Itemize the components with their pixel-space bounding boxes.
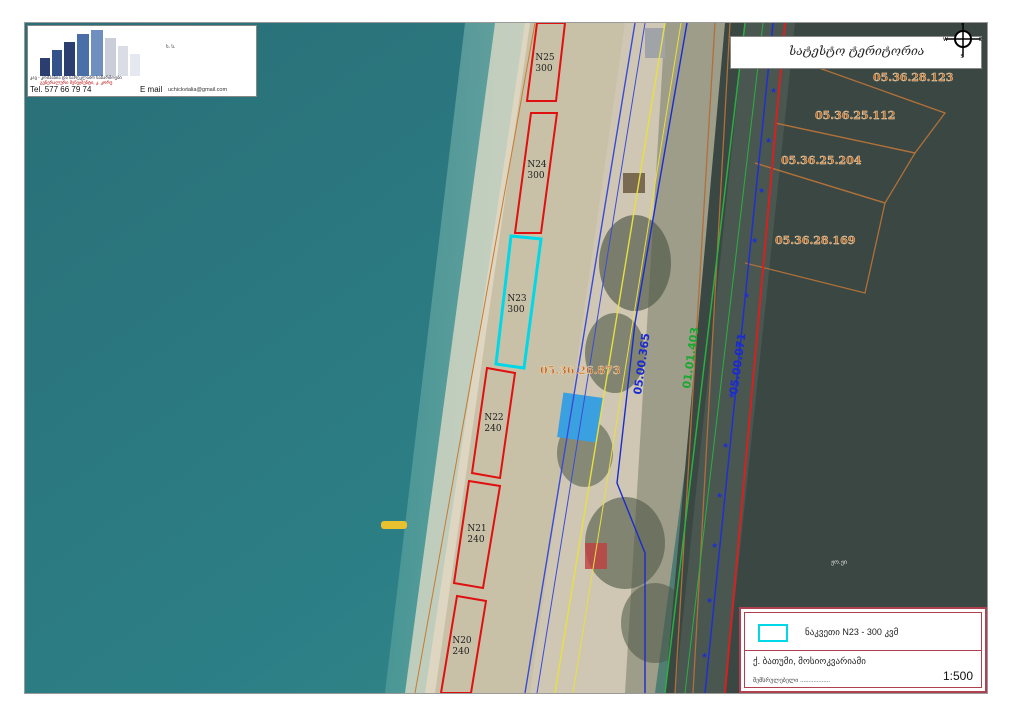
map-scale: 1:500 (942, 669, 973, 683)
plot-n25-area: 300 (535, 64, 552, 74)
plot-n24-number: N24 (527, 160, 547, 170)
legend-box: ნაკვეთი N23 - 300 კვმ ქ. ბათუმი, მოსიოკვ… (739, 607, 987, 693)
tree-shadow (599, 215, 671, 311)
email-value: uchickvtalia@gmail.com (168, 87, 228, 93)
svg-text:★: ★ (722, 441, 729, 450)
cadastral-code: 05.36.26.873 (540, 364, 620, 377)
tel-value: 577 66 79 74 (44, 85, 92, 94)
legend-location: ქ. ბათუმი, მოსიოკვარიამი (753, 656, 866, 666)
compass-w: W (943, 37, 948, 43)
misc-map-label: ჟო.ჟი (831, 559, 847, 566)
plot-n21-area: 240 (467, 535, 484, 545)
plot-n20-area: 240 (452, 647, 469, 657)
phone-number: Tel. 577 66 79 74 (30, 85, 91, 94)
compass-e: E (979, 37, 982, 43)
aerial-map[interactable]: ★ ★ ★ ★ ★ ★ ★ ★ ★ ★ ★ ★ N25 300 N24 300 … (25, 23, 987, 693)
legend-swatch (758, 624, 788, 642)
plot-n22-area: 240 (484, 424, 501, 434)
cadastral-code: 05.36.28.169 (775, 234, 855, 247)
legend-divider (745, 650, 981, 651)
svg-text:★: ★ (770, 86, 777, 95)
logo-small-code: ს. ს. (166, 44, 176, 50)
svg-text:★: ★ (743, 291, 750, 300)
svg-text:★: ★ (765, 136, 772, 145)
svg-text:★: ★ (751, 236, 758, 245)
blue-tent (557, 392, 604, 443)
svg-text:★: ★ (711, 541, 718, 550)
plot-n25-number: N25 (535, 53, 555, 63)
svg-text:★: ★ (706, 596, 713, 605)
map-title: სატესტო ტერიტორია (789, 44, 925, 58)
cadastral-code: 05.36.25.112 (815, 109, 895, 122)
compass-s: S (961, 54, 964, 59)
legend-note: შემსრულებელი .................. (753, 678, 831, 684)
company-logo-box: ს. ს. კავ - კომპანია და სარეკლამო საწარმ… (27, 25, 257, 97)
cadastral-code: 05.36.28.123 (873, 71, 953, 84)
svg-text:★: ★ (758, 186, 765, 195)
svg-text:★: ★ (716, 491, 723, 500)
plot-n22-number: N22 (484, 413, 503, 423)
building-logo-icon (40, 30, 140, 76)
cadastral-code: 05.36.25.204 (781, 154, 862, 167)
legend-inner: ნაკვეთი N23 - 300 კვმ ქ. ბათუმი, მოსიოკვ… (744, 612, 982, 688)
yellow-boat (381, 521, 407, 529)
compass-icon: N S W E (943, 22, 982, 59)
kiosk (623, 173, 645, 193)
legend-plot-label: ნაკვეთი N23 - 300 კვმ (805, 627, 899, 637)
compass-n: N (961, 22, 965, 27)
plot-n21-number: N21 (467, 524, 486, 534)
plot-n23-number: N23 (507, 294, 527, 304)
map-frame[interactable]: ★ ★ ★ ★ ★ ★ ★ ★ ★ ★ ★ ★ N25 300 N24 300 … (24, 22, 988, 694)
red-structure (585, 543, 607, 569)
plot-n20-number: N20 (452, 636, 472, 646)
plot-n23-area: 300 (507, 305, 524, 315)
svg-text:★: ★ (701, 651, 708, 660)
plot-n24-area: 300 (527, 171, 544, 181)
tel-label: Tel. (30, 85, 43, 94)
email-label: E mail (140, 85, 163, 94)
